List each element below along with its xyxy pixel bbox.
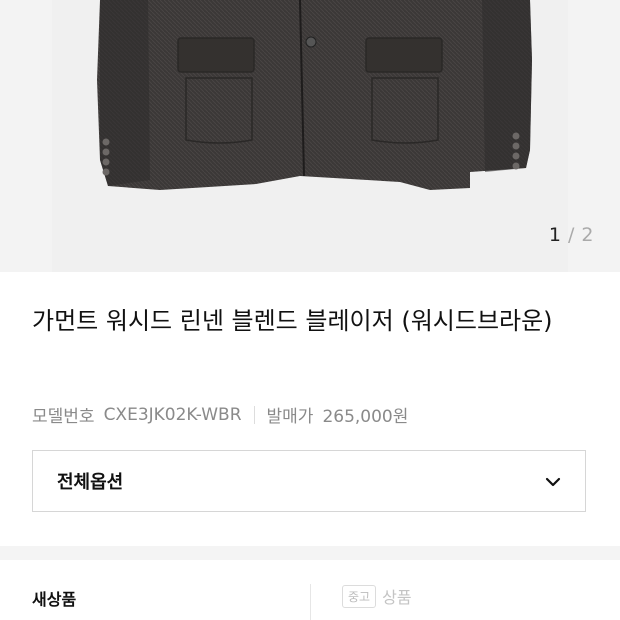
all-options-dropdown[interactable]: 전체옵션: [32, 450, 586, 512]
release-price-value: 265,000원: [322, 407, 409, 427]
tab-new-product[interactable]: 새상품: [32, 586, 76, 610]
used-product-label: 상품: [382, 588, 412, 607]
tab-used-product[interactable]: 중고 상품: [342, 584, 412, 608]
gallery-total-count: 2: [581, 224, 594, 246]
product-image-gallery[interactable]: 1 / 2: [0, 0, 620, 272]
all-options-label: 전체옵션: [57, 472, 124, 493]
model-number-label: 모델번호: [32, 407, 95, 427]
product-photo: [97, 0, 532, 190]
gallery-current-index: 1: [548, 224, 562, 246]
gallery-counter: 1 / 2: [549, 224, 594, 246]
used-badge: 중고: [342, 584, 377, 608]
model-number-value: CXE3JK02K-WBR: [103, 404, 242, 425]
gallery-separator: /: [567, 224, 575, 246]
product-title: 가먼트 워시드 린넨 블렌드 블레이저 (워시드브라운): [32, 307, 553, 335]
meta-divider: [253, 405, 255, 424]
jacket-body: [97, 0, 532, 190]
release-price-label: 발매가: [266, 407, 314, 427]
product-meta: 모델번호 CXE3JK02K-WBR 발매가 265,000원: [32, 402, 409, 428]
section-divider: [0, 546, 620, 560]
chevron-down-icon: [545, 472, 561, 491]
tab-divider: [310, 584, 311, 620]
